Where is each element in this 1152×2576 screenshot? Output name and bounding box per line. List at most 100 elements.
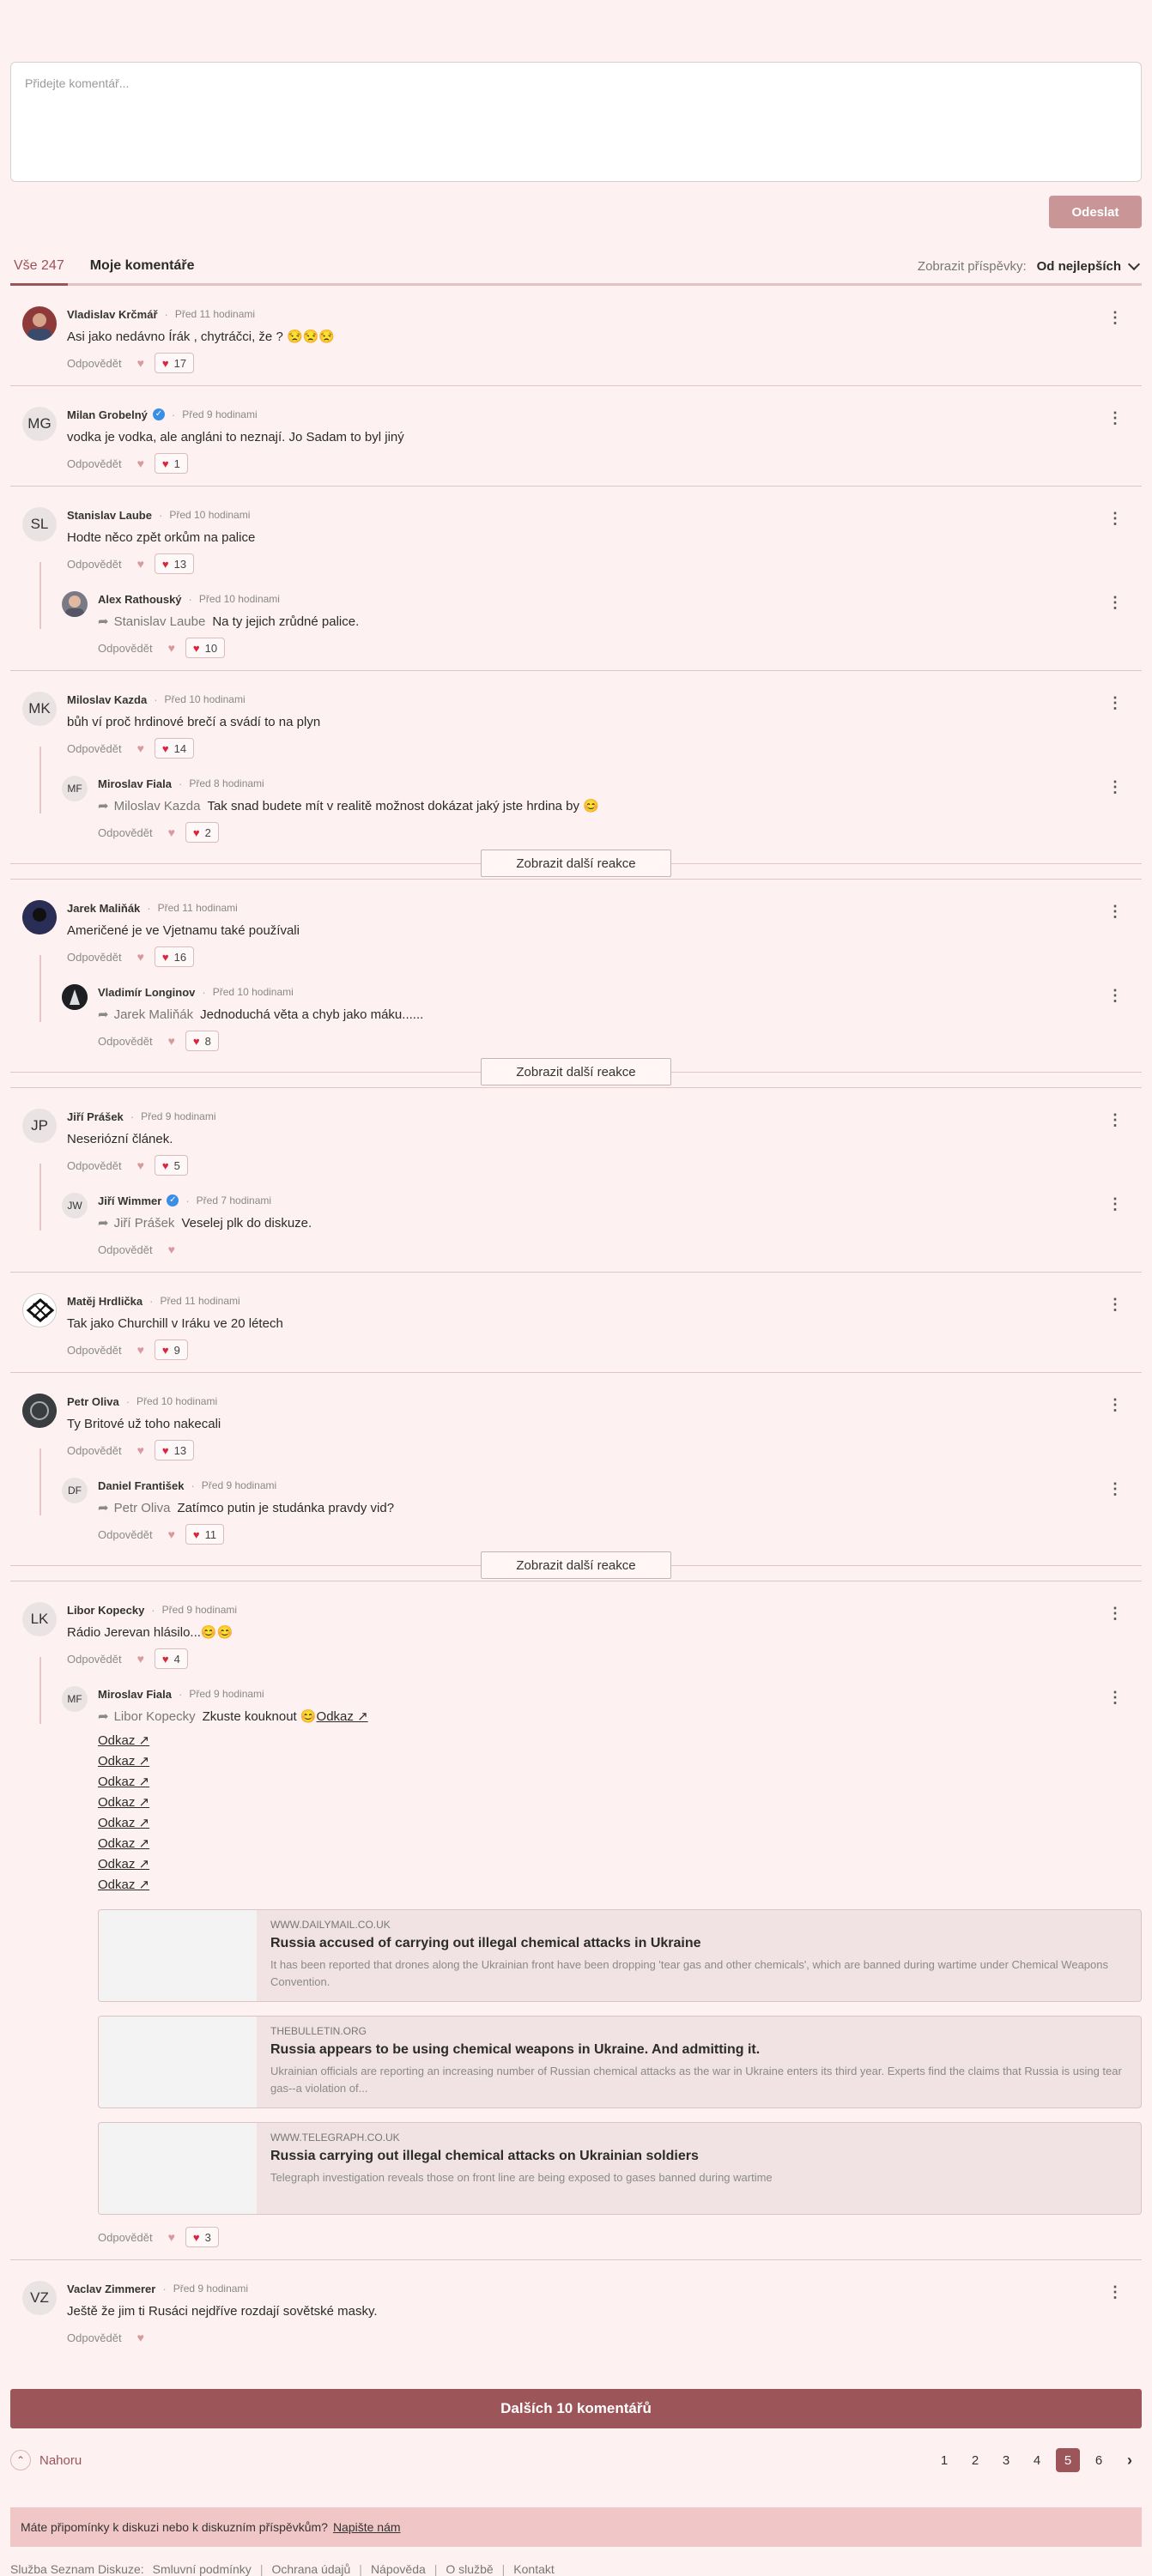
reactions-badge[interactable]: ♥ 2 [185, 822, 219, 843]
more-options-icon[interactable]: ⋮ [1107, 988, 1123, 1003]
avatar[interactable]: SL [22, 507, 57, 541]
reply-button[interactable]: Odpovědět [98, 1035, 153, 1048]
reactions-badge[interactable]: ♥ 3 [185, 2227, 219, 2247]
avatar[interactable] [22, 900, 57, 934]
reply-button[interactable]: Odpovědět [67, 742, 122, 755]
footer-link[interactable]: Nápověda [371, 2562, 426, 2576]
like-heart-icon[interactable]: ♥ [137, 1652, 144, 1666]
reactions-badge[interactable]: ♥ 9 [154, 1339, 188, 1360]
sort-value[interactable]: Od nejlepších [1037, 259, 1121, 274]
author-name[interactable]: Jiří Wimmer [98, 1194, 161, 1207]
more-options-icon[interactable]: ⋮ [1107, 310, 1123, 325]
page-link[interactable]: 2 [963, 2448, 987, 2472]
like-heart-icon[interactable]: ♥ [168, 1527, 175, 1541]
avatar[interactable]: LK [22, 1602, 57, 1636]
avatar[interactable]: DF [62, 1478, 88, 1503]
reactions-badge[interactable]: ♥ 13 [154, 1440, 195, 1460]
avatar[interactable]: VZ [22, 2281, 57, 2315]
reactions-badge[interactable]: ♥ 10 [185, 638, 226, 658]
link-preview-card[interactable]: WWW.TELEGRAPH.CO.UK Russia carrying out i… [98, 2122, 1142, 2215]
like-heart-icon[interactable]: ♥ [168, 1034, 175, 1048]
link-odkaz[interactable]: Odkaz ↗ [98, 1854, 1142, 1875]
reactions-badge[interactable]: ♥ 13 [154, 553, 195, 574]
page-link-current[interactable]: 5 [1056, 2448, 1080, 2472]
reply-to-name[interactable]: Libor Kopecky [114, 1709, 196, 1724]
load-more-comments-button[interactable]: Dalších 10 komentářů [10, 2389, 1142, 2428]
author-name[interactable]: Miroslav Fiala [98, 777, 172, 790]
more-options-icon[interactable]: ⋮ [1107, 511, 1123, 526]
like-heart-icon[interactable]: ♥ [168, 2230, 175, 2244]
author-name[interactable]: Milan Grobelný [67, 408, 148, 421]
footer-link[interactable]: O službě [446, 2562, 493, 2576]
more-options-icon[interactable]: ⋮ [1107, 1297, 1123, 1312]
footer-link[interactable]: Kontakt [513, 2562, 554, 2576]
avatar[interactable]: MK [22, 692, 57, 726]
author-name[interactable]: Daniel František [98, 1479, 184, 1492]
reply-button[interactable]: Odpovědět [67, 1653, 122, 1666]
more-options-icon[interactable]: ⋮ [1107, 595, 1123, 610]
like-heart-icon[interactable]: ♥ [137, 356, 144, 370]
author-name[interactable]: Stanislav Laube [67, 509, 152, 522]
sort-dropdown[interactable]: Zobrazit příspěvky: Od nejlepších [918, 257, 1142, 274]
like-heart-icon[interactable]: ♥ [137, 950, 144, 964]
page-link[interactable]: 3 [994, 2448, 1018, 2472]
chevron-right-icon[interactable]: › [1118, 2448, 1142, 2472]
more-options-icon[interactable]: ⋮ [1107, 1605, 1123, 1621]
send-button[interactable]: Odeslat [1049, 196, 1142, 228]
reply-button[interactable]: Odpovědět [67, 558, 122, 571]
author-name[interactable]: Petr Oliva [67, 1395, 119, 1408]
reply-button[interactable]: Odpovědět [98, 642, 153, 655]
like-heart-icon[interactable]: ♥ [168, 641, 175, 655]
reply-button[interactable]: Odpovědět [67, 1444, 122, 1457]
reactions-badge[interactable]: ♥ 8 [185, 1031, 219, 1051]
like-heart-icon[interactable]: ♥ [137, 1343, 144, 1357]
reply-button[interactable]: Odpovědět [67, 1159, 122, 1172]
avatar[interactable]: JP [22, 1109, 57, 1143]
like-heart-icon[interactable]: ♥ [137, 741, 144, 755]
reply-button[interactable]: Odpovědět [67, 2331, 122, 2344]
reply-button[interactable]: Odpovědět [98, 1243, 153, 1256]
link-odkaz[interactable]: Odkaz ↗ [98, 1751, 1142, 1772]
page-link[interactable]: 1 [932, 2448, 956, 2472]
avatar[interactable] [22, 306, 57, 341]
reply-button[interactable]: Odpovědět [67, 357, 122, 370]
author-name[interactable]: Alex Rathouský [98, 593, 182, 606]
reactions-badge[interactable]: ♥ 1 [154, 453, 188, 474]
reply-to-name[interactable]: Miloslav Kazda [114, 799, 201, 813]
reply-to-name[interactable]: Stanislav Laube [114, 614, 206, 629]
reactions-badge[interactable]: ♥ 11 [185, 1524, 225, 1545]
more-options-icon[interactable]: ⋮ [1107, 1481, 1123, 1497]
author-name[interactable]: Vaclav Zimmerer [67, 2283, 155, 2295]
link-odkaz[interactable]: Odkaz ↗ [98, 1813, 1142, 1834]
author-name[interactable]: Miroslav Fiala [98, 1688, 172, 1701]
back-to-top-button[interactable]: ⌃ Nahoru [10, 2450, 82, 2470]
comment-input[interactable]: Přidejte komentář... [10, 62, 1142, 182]
link-preview-card[interactable]: WWW.DAILYMAIL.CO.UK Russia accused of car… [98, 1909, 1142, 2002]
tab-my-comments[interactable]: Moje komentáře [87, 249, 198, 283]
link-odkaz[interactable]: Odkaz ↗ [98, 1731, 1142, 1751]
author-name[interactable]: Libor Kopecky [67, 1604, 144, 1617]
avatar[interactable]: JW [62, 1193, 88, 1218]
link-odkaz[interactable]: Odkaz ↗ [98, 1772, 1142, 1793]
reply-button[interactable]: Odpovědět [98, 2231, 153, 2244]
tab-all[interactable]: Vše 247 [10, 249, 68, 286]
reply-button[interactable]: Odpovědět [98, 826, 153, 839]
reactions-badge[interactable]: ♥ 5 [154, 1155, 188, 1176]
reply-to-name[interactable]: Jarek Maliňák [114, 1007, 194, 1022]
contact-link[interactable]: Napište nám [333, 2520, 401, 2534]
like-heart-icon[interactable]: ♥ [137, 557, 144, 571]
show-more-reactions-button[interactable]: Zobrazit další reakce [481, 850, 671, 877]
more-options-icon[interactable]: ⋮ [1107, 410, 1123, 426]
more-options-icon[interactable]: ⋮ [1107, 1196, 1123, 1212]
show-more-reactions-button[interactable]: Zobrazit další reakce [481, 1058, 671, 1085]
avatar[interactable]: MG [22, 407, 57, 441]
reply-button[interactable]: Odpovědět [67, 951, 122, 964]
author-name[interactable]: Vladimír Longinov [98, 986, 195, 999]
link-odkaz[interactable]: Odkaz ↗ [98, 1875, 1142, 1896]
link-odkaz[interactable]: Odkaz ↗ [98, 1834, 1142, 1854]
reactions-badge[interactable]: ♥ 16 [154, 946, 195, 967]
link-preview-card[interactable]: THEBULLETIN.ORG Russia appears to be usin… [98, 2016, 1142, 2108]
author-name[interactable]: Vladislav Krčmář [67, 308, 158, 321]
reply-button[interactable]: Odpovědět [67, 1344, 122, 1357]
reactions-badge[interactable]: ♥ 17 [154, 353, 195, 373]
